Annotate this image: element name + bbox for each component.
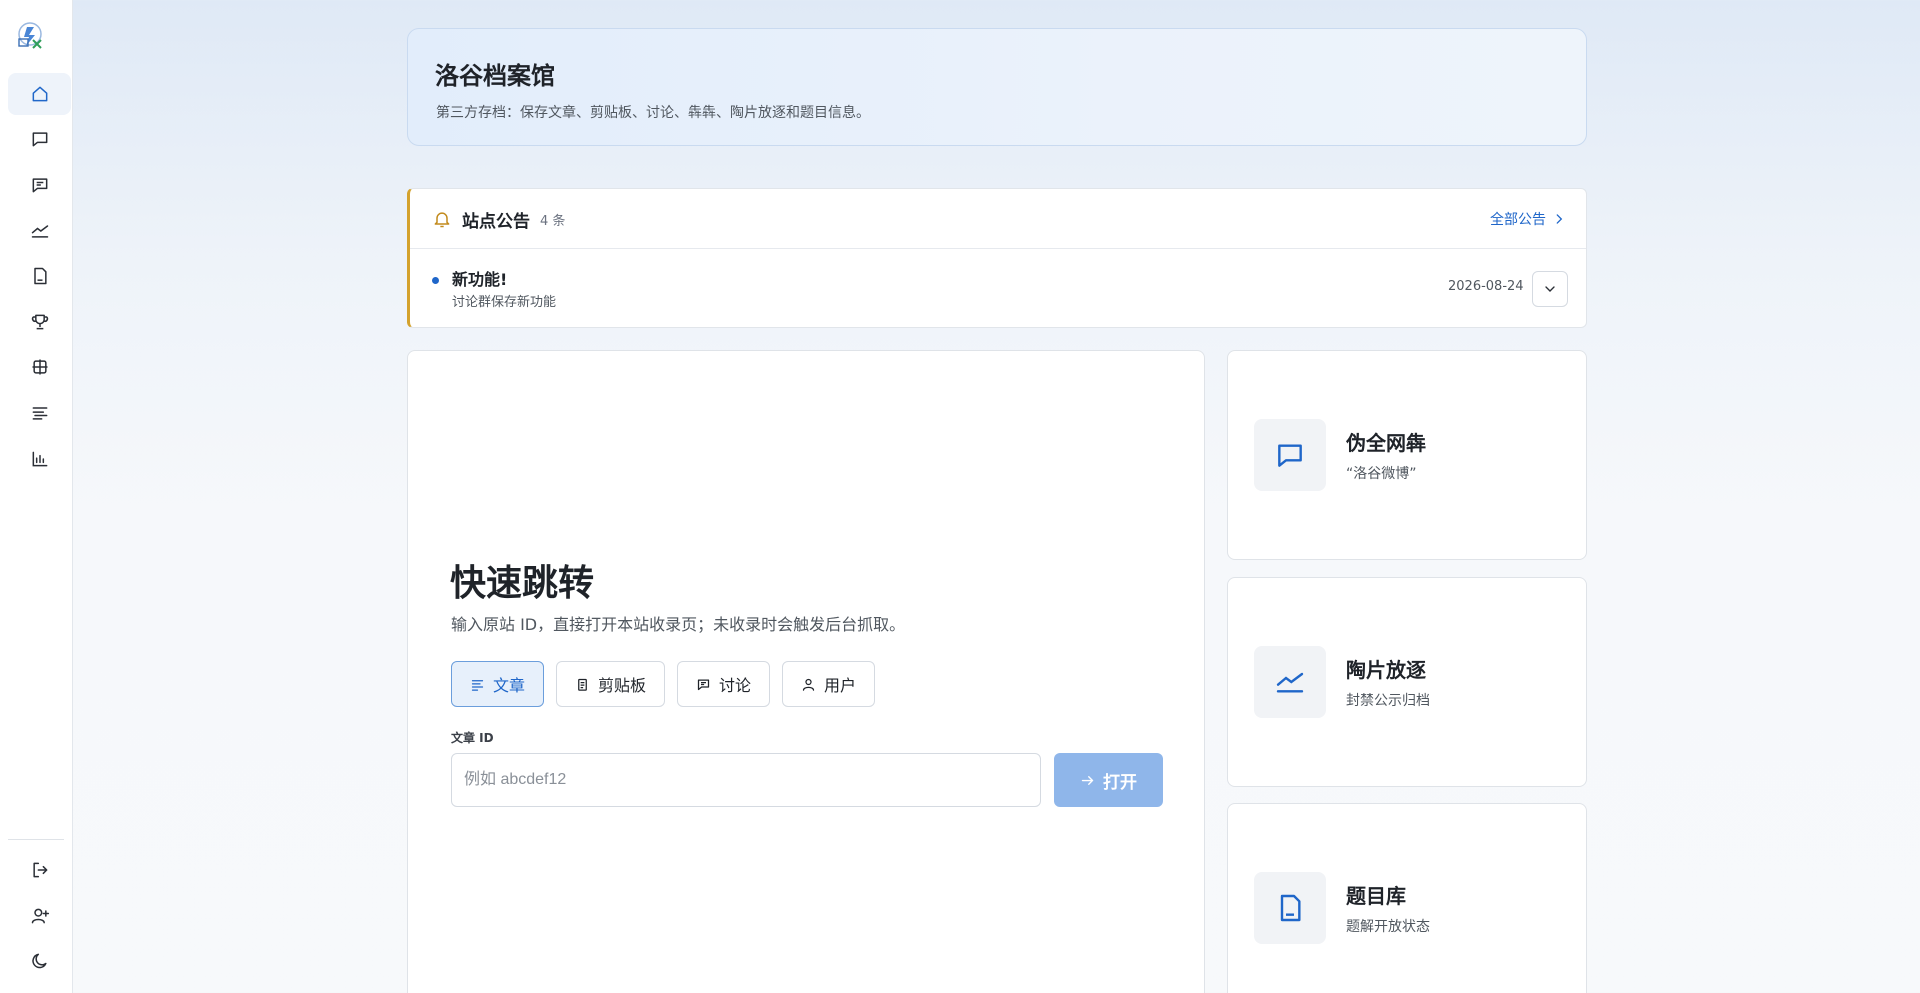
feature-icon-box: [1254, 872, 1326, 944]
quick-jump-card: 快速跳转 输入原站 ID，直接打开本站收录页；未收录时会触发后台抓取。 文章 剪…: [407, 350, 1205, 993]
chat-icon: [32, 132, 47, 147]
tab-discussion[interactable]: 讨论: [677, 661, 771, 707]
trend-icon: [1276, 672, 1304, 693]
tab-user[interactable]: 用户: [782, 661, 876, 707]
tab-article-label: 文章: [493, 678, 526, 695]
feature-subtitle: 题解开放状态: [1346, 919, 1430, 935]
announcement-item-date: 2026-08-24: [1448, 279, 1524, 294]
open-button-label: 打开: [1103, 772, 1137, 793]
chevron-down-icon: [1545, 286, 1555, 292]
expand-announcement-button[interactable]: [1532, 271, 1568, 307]
tab-clipboard[interactable]: 剪贴板: [556, 661, 666, 707]
quick-jump-description: 输入原站 ID，直接打开本站收录页；未收录时会触发后台抓取。: [451, 615, 906, 634]
feature-title: 伪全网犇: [1346, 431, 1426, 455]
sidebar-item-grid[interactable]: [8, 346, 71, 388]
list-icon: [32, 407, 47, 420]
sidebar-item-home[interactable]: [8, 73, 71, 115]
add-user-icon: [31, 908, 49, 924]
announcement-panel: 站点公告 4 条 全部公告 新功能! 讨论群保存新功能 2026-08-24: [407, 188, 1587, 328]
sidebar-item-document[interactable]: [8, 255, 71, 297]
feature-card-problems[interactable]: 题目库 题解开放状态: [1227, 803, 1587, 993]
chevron-right-icon: [1556, 214, 1563, 224]
id-field-label: 文章 ID: [451, 731, 494, 745]
header-card: 洛谷档案馆 第三方存档：保存文章、剪贴板、讨论、犇犇、陶片放逐和题目信息。: [407, 28, 1587, 146]
add-user-button[interactable]: [8, 895, 71, 937]
logout-icon: [32, 862, 47, 878]
announcement-title: 站点公告: [462, 212, 530, 232]
feature-card-ostracism[interactable]: 陶片放逐 封禁公示归档: [1227, 577, 1587, 787]
announcement-item-title: 新功能!: [452, 270, 508, 289]
theme-toggle-button[interactable]: [8, 940, 71, 982]
view-all-announcements-link[interactable]: 全部公告: [1490, 209, 1566, 229]
text-icon: [471, 679, 484, 691]
sidebar-divider: [8, 839, 64, 840]
sidebar-item-trend[interactable]: [8, 210, 71, 252]
type-tabs: 文章 剪贴板 讨论 用户: [451, 661, 876, 707]
luogu-archive-logo-icon: [18, 22, 42, 49]
tab-discussion-label: 讨论: [719, 678, 752, 695]
trophy-icon: [31, 314, 48, 330]
page-subtitle: 第三方存档：保存文章、剪贴板、讨论、犇犇、陶片放逐和题目信息。: [436, 105, 870, 121]
sidebar-item-chart[interactable]: [8, 438, 71, 480]
bar-chart-icon: [32, 451, 47, 467]
feature-subtitle: “洛谷微博”: [1346, 466, 1417, 482]
document-icon: [1280, 894, 1301, 922]
id-input[interactable]: [451, 753, 1041, 807]
tab-user-label: 用户: [824, 678, 857, 695]
sidebar: [0, 0, 73, 993]
home-icon: [32, 86, 47, 102]
tab-clipboard-label: 剪贴板: [598, 678, 647, 695]
feature-card-benben[interactable]: 伪全网犇 “洛谷微博”: [1227, 350, 1587, 560]
sidebar-item-discussion[interactable]: [8, 164, 71, 206]
grid-icon: [32, 359, 47, 375]
bell-icon: [434, 212, 450, 228]
sidebar-item-chat[interactable]: [8, 118, 71, 160]
chat-icon: [1278, 444, 1302, 467]
arrow-right-icon: [1081, 775, 1094, 785]
view-all-label: 全部公告: [1490, 212, 1546, 228]
sidebar-item-trophy[interactable]: [8, 301, 71, 343]
logo[interactable]: [14, 20, 46, 52]
announcement-count: 4 条: [540, 214, 566, 229]
trend-icon: [31, 225, 48, 238]
feature-icon-box: [1254, 646, 1326, 718]
announcement-header: 站点公告 4 条 全部公告: [410, 189, 1586, 249]
page-title: 洛谷档案馆: [435, 62, 555, 90]
tab-article[interactable]: 文章: [451, 661, 545, 707]
open-button[interactable]: 打开: [1054, 753, 1163, 807]
logout-button[interactable]: [8, 849, 71, 891]
chat-icon: [697, 679, 710, 690]
feature-title: 陶片放逐: [1346, 658, 1426, 682]
unread-dot: [432, 277, 439, 284]
user-icon: [802, 678, 815, 691]
message-lines-icon: [32, 178, 47, 193]
sidebar-item-list[interactable]: [8, 392, 71, 434]
feature-icon-box: [1254, 419, 1326, 491]
feature-subtitle: 封禁公示归档: [1346, 693, 1430, 709]
moon-icon: [31, 953, 47, 969]
announcement-item-subtitle: 讨论群保存新功能: [452, 295, 557, 310]
clipboard-icon: [578, 678, 587, 691]
document-icon: [33, 267, 47, 285]
quick-jump-title: 快速跳转: [450, 563, 595, 604]
feature-title: 题目库: [1346, 884, 1406, 908]
